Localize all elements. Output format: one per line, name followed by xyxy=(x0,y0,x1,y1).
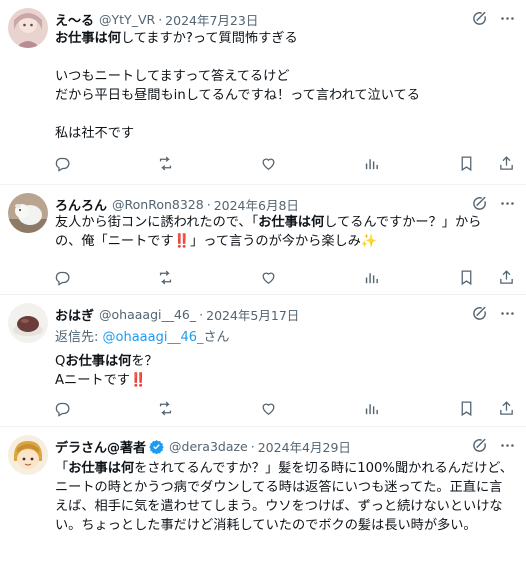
share-icon[interactable] xyxy=(496,398,516,418)
text-segment: 私は社不です xyxy=(55,126,135,141)
text-segment: してますか?って質問怖すぎる xyxy=(120,31,298,46)
text-line: Aニートです‼️ xyxy=(55,371,512,390)
text-segment: 「 xyxy=(55,461,69,476)
avatar[interactable] xyxy=(8,303,48,343)
more-icon[interactable] xyxy=(498,194,516,212)
tweet-text: お仕事は何してますか?って質問怖すぎる いつもニートしてますって答えてるけどだか… xyxy=(55,29,512,143)
text-line: い。ちょっとした事だけど消耗していたのでボクの髪は長い時が多い。 xyxy=(55,516,512,535)
views-icon[interactable] xyxy=(362,153,382,173)
reply-icon[interactable] xyxy=(52,267,72,287)
separator: · xyxy=(250,438,255,454)
reply-icon[interactable] xyxy=(52,153,72,173)
like-icon[interactable] xyxy=(259,267,279,287)
like-icon[interactable] xyxy=(259,153,279,173)
bookmark-icon[interactable] xyxy=(456,398,476,418)
share-icon[interactable] xyxy=(496,153,516,173)
avatar[interactable] xyxy=(8,8,48,48)
text-line: 私は社不です xyxy=(55,124,512,143)
bookmark-icon[interactable] xyxy=(456,267,476,287)
text-line xyxy=(55,105,512,124)
text-segment: ニートの時とかうつ病でダウンしてる時は返答にいつも迷ってた。正直に言 xyxy=(55,480,503,495)
text-line: ニートの時とかうつ病でダウンしてる時は返答にいつも迷ってた。正直に言 xyxy=(55,478,512,497)
text-line: お仕事は何してますか?って質問怖すぎる xyxy=(55,29,512,48)
reply-icon[interactable] xyxy=(52,398,72,418)
text-segment: 友人から街コンに誘われたので、「 xyxy=(55,215,259,230)
avatar[interactable] xyxy=(8,435,48,475)
text-line: 「お仕事は何をされてるんですか？」髪を切る時に100%聞かれるんだけど、 xyxy=(55,459,513,478)
grok-icon[interactable] xyxy=(470,9,488,27)
text-segment: Q xyxy=(55,354,66,369)
more-icon[interactable] xyxy=(498,304,516,322)
author-name[interactable]: ろんろん xyxy=(55,195,107,214)
verified-badge-icon xyxy=(149,439,164,454)
author-handle[interactable]: @ohaaagi__46_ xyxy=(99,307,196,322)
views-icon[interactable] xyxy=(362,267,382,287)
timestamp[interactable]: 2024年4月29日 xyxy=(258,437,351,456)
bookmark-icon[interactable] xyxy=(456,153,476,173)
retweet-icon[interactable] xyxy=(155,398,175,418)
emoji: ‼️ xyxy=(173,234,191,249)
grok-icon[interactable] xyxy=(470,194,488,212)
tweet-text: 「お仕事は何をされてるんですか？」髪を切る時に100%聞かれるんだけど、ニートの… xyxy=(55,459,513,535)
author-handle[interactable]: @YtY_VR xyxy=(99,12,155,27)
grok-icon[interactable] xyxy=(470,436,488,454)
retweet-icon[interactable] xyxy=(155,153,175,173)
tweet-text: Qお仕事は何を？ Aニートです‼️ xyxy=(55,352,512,390)
text-segment: をされてるんですか？」髪を切る時に100%聞かれるんだけど、 xyxy=(134,461,513,476)
avatar[interactable] xyxy=(8,193,48,233)
emoji: ‼️ xyxy=(129,373,147,388)
text-segment: だから平日も昼間もinしてるんですね！って言われて泣いてる xyxy=(55,88,420,103)
tweet[interactable]: え〜る @YtY_VR · 2024年7月23日 お仕事は何してますか?って質問… xyxy=(0,0,526,185)
text-segment: の、俺「ニートです xyxy=(55,234,174,249)
views-icon[interactable] xyxy=(362,398,382,418)
tweet-actions xyxy=(52,267,516,287)
text-segment: えば、相手に気を遣わせてしまう。ウソをつけば、ずっと続けないといけな xyxy=(55,499,503,514)
tweet-actions xyxy=(52,153,516,173)
text-line: Qお仕事は何を？ xyxy=(55,352,512,371)
highlighted-text: お仕事は何 xyxy=(65,354,132,369)
text-segment: してるんですかー？」から xyxy=(324,215,482,230)
author-name[interactable]: デラさん@著者 xyxy=(55,437,146,456)
tweet[interactable]: デラさん@著者 @dera3daze · 2024年4月29日 「お仕事は何をさ… xyxy=(0,427,526,568)
reply-context: 返信先: @ohaaagi__46_さん xyxy=(55,328,512,347)
tweet[interactable]: ろんろん @RonRon8328 · 2024年6月8日 友人から街コンに誘われ… xyxy=(0,185,526,295)
highlighted-text: お仕事は何 xyxy=(55,31,121,46)
author-handle[interactable]: @dera3daze xyxy=(169,439,248,454)
reply-handle-link[interactable]: @ohaaagi__46_ xyxy=(103,330,204,345)
like-icon[interactable] xyxy=(259,398,279,418)
text-line: だから平日も昼間もinしてるんですね！って言われて泣いてる xyxy=(55,86,512,105)
author-name[interactable]: おはぎ xyxy=(55,305,94,324)
separator: · xyxy=(158,11,163,27)
tweet-text: 友人から街コンに誘われたので、「お仕事は何してるんですかー？」から の、俺「ニート… xyxy=(55,213,512,251)
text-line: えば、相手に気を遣わせてしまう。ウソをつけば、ずっと続けないといけな xyxy=(55,497,512,516)
text-line: 友人から街コンに誘われたので、「お仕事は何してるんですかー？」から xyxy=(55,213,512,232)
reply-prefix: 返信先: xyxy=(55,330,103,345)
more-icon[interactable] xyxy=(498,9,516,27)
timestamp[interactable]: 2024年7月23日 xyxy=(165,10,258,29)
tweet-actions xyxy=(52,398,516,418)
text-segment: いつもニートしてますって答えてるけど xyxy=(55,69,290,84)
timestamp[interactable]: 2024年5月17日 xyxy=(206,305,299,324)
text-line: の、俺「ニートです‼️」って言うのが今から楽しみ✨ xyxy=(55,232,512,251)
text-segment: い。ちょっとした事だけど消耗していたのでボクの髪は長い時が多い。 xyxy=(55,518,477,533)
grok-icon[interactable] xyxy=(470,304,488,322)
share-icon[interactable] xyxy=(496,267,516,287)
text-segment: を？ xyxy=(131,354,158,369)
text-segment: Aニートです xyxy=(55,373,130,388)
text-segment: 」って言うのが今から楽しみ xyxy=(190,234,361,249)
highlighted-text: お仕事は何 xyxy=(258,215,325,230)
more-icon[interactable] xyxy=(498,436,516,454)
retweet-icon[interactable] xyxy=(155,267,175,287)
separator: · xyxy=(206,196,211,212)
separator: · xyxy=(199,306,204,322)
text-line xyxy=(55,48,512,67)
author-name[interactable]: え〜る xyxy=(55,10,94,29)
text-line: いつもニートしてますって答えてるけど xyxy=(55,67,512,86)
author-handle[interactable]: @RonRon8328 xyxy=(112,197,204,212)
emoji: ✨ xyxy=(360,234,378,249)
tweet[interactable]: おはぎ @ohaaagi__46_ · 2024年5月17日 返信先: @oha… xyxy=(0,295,526,427)
highlighted-text: お仕事は何 xyxy=(68,461,135,476)
timestamp[interactable]: 2024年6月8日 xyxy=(214,195,299,214)
reply-suffix: さん xyxy=(203,330,230,345)
